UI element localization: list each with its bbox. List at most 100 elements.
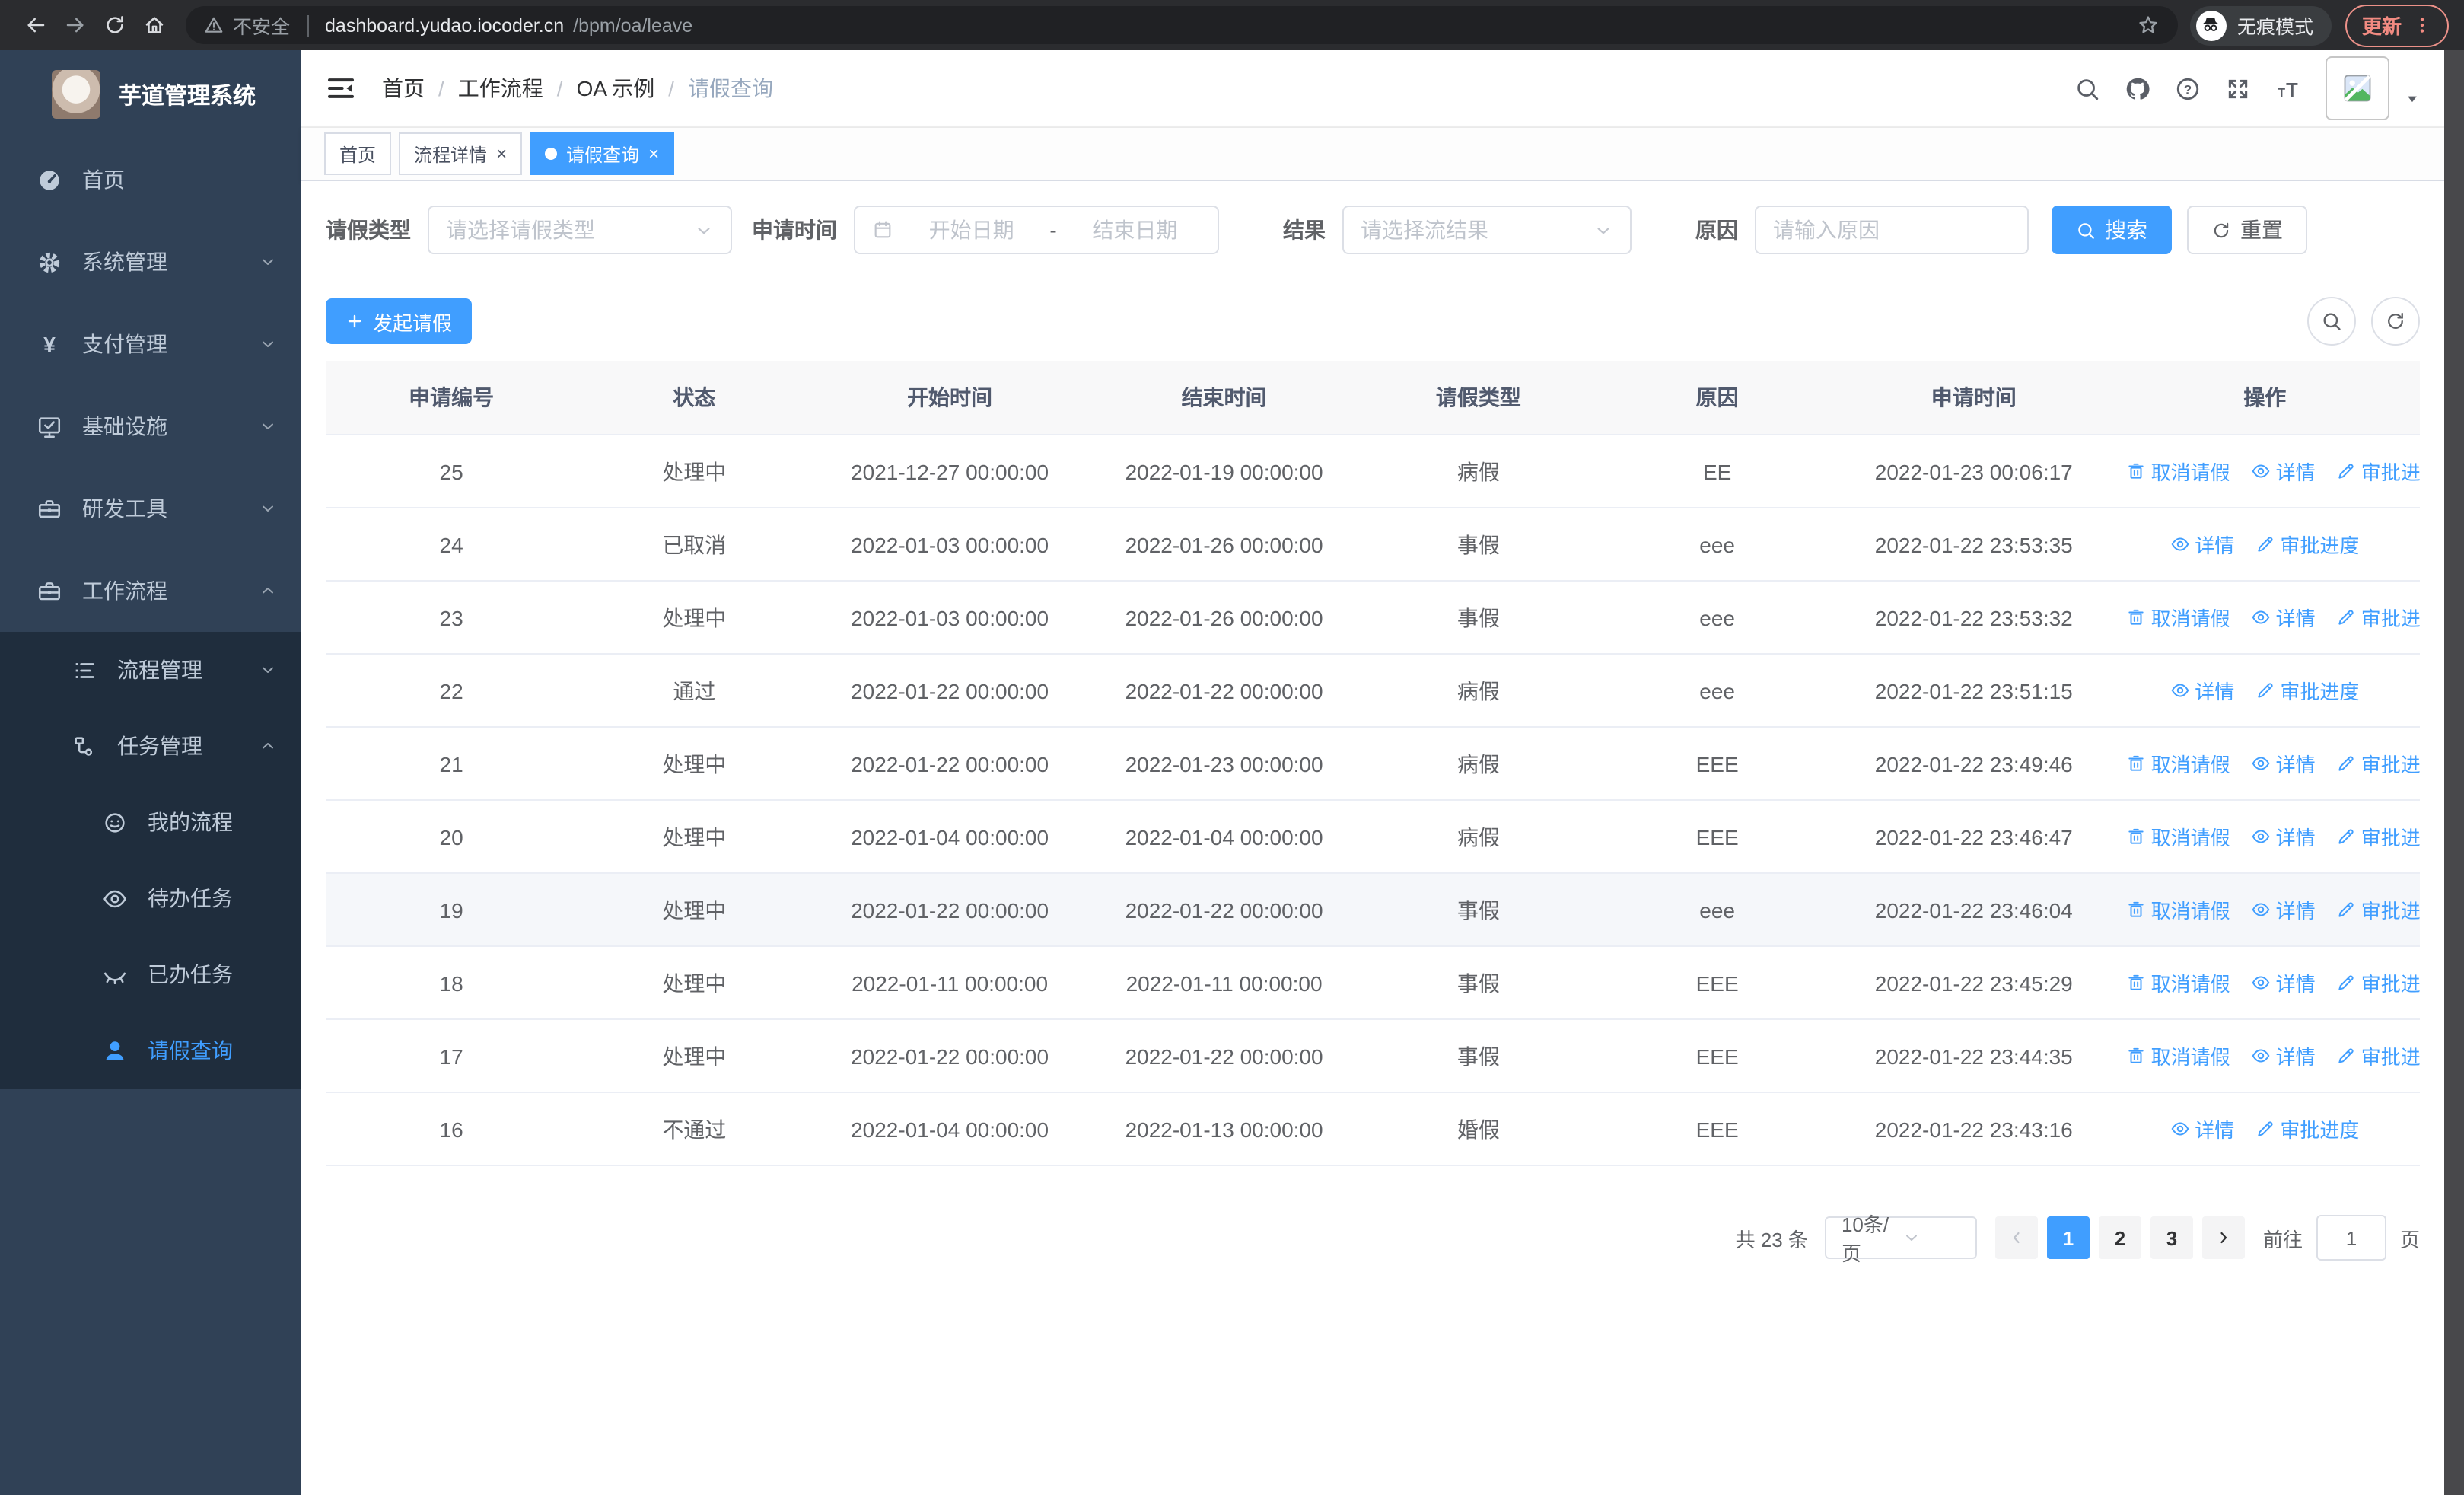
fullscreen-button[interactable] [2225, 75, 2251, 101]
browser-home-button[interactable] [134, 5, 173, 45]
sidebar-item-done-tasks[interactable]: 已办任务 [0, 936, 301, 1012]
table-row[interactable]: 23 处理中 2022-01-03 00:00:00 2022-01-26 00:00… [326, 581, 2420, 655]
page-size-select[interactable]: 10条/页 [1824, 1213, 1977, 1265]
close-icon[interactable]: × [648, 145, 659, 163]
sidebar-item-process-mgmt[interactable]: 流程管理 [0, 632, 301, 708]
refresh-table-button[interactable] [2371, 297, 2420, 346]
action-detail[interactable]: 详情 [2252, 457, 2316, 486]
view-icon [2252, 830, 2271, 843]
search-button[interactable] [2074, 75, 2100, 101]
leave-type-select[interactable]: 请选择请假类型 [428, 206, 732, 254]
cell-actions: 取消请假 详情 审批进度 [2109, 727, 2420, 801]
action-detail[interactable]: 详情 [2252, 1041, 2316, 1070]
action-progress[interactable]: 审批进度 [2337, 968, 2420, 997]
page-button-2[interactable]: 2 [2098, 1216, 2141, 1259]
bookmark-star-icon[interactable] [2137, 14, 2160, 37]
browser-back-button[interactable] [15, 5, 55, 45]
sidebar-item-home[interactable]: 首页 [0, 139, 301, 221]
sidebar-item-todo-tasks[interactable]: 待办任务 [0, 860, 301, 936]
table-row[interactable]: 20 处理中 2022-01-04 00:00:00 2022-01-04 00:00… [326, 800, 2420, 874]
trash-icon [2128, 755, 2144, 771]
action-detail[interactable]: 详情 [2252, 895, 2316, 924]
action-progress[interactable]: 审批进度 [2337, 603, 2420, 632]
action-detail[interactable]: 详情 [2170, 1114, 2234, 1143]
action-cancel[interactable]: 取消请假 [2127, 822, 2230, 851]
toggle-search-button[interactable] [2307, 297, 2356, 346]
action-progress[interactable]: 审批进度 [2337, 457, 2420, 486]
page-button-1[interactable]: 1 [2046, 1216, 2090, 1259]
table-row[interactable]: 19 处理中 2022-01-22 00:00:00 2022-01-22 00:00… [326, 873, 2420, 947]
sidebar-item-task-mgmt[interactable]: 任务管理 [0, 708, 301, 784]
breadcrumb-item[interactable]: OA 示例 [577, 73, 655, 104]
action-detail[interactable]: 详情 [2252, 822, 2316, 851]
search-button[interactable]: 搜索 [2052, 206, 2172, 254]
sidebar-item-my-process[interactable]: 我的流程 [0, 784, 301, 860]
close-icon[interactable]: × [496, 145, 507, 163]
goto-page-input[interactable] [2316, 1215, 2386, 1261]
apply-time-range-picker[interactable]: 开始日期 - 结束日期 [854, 206, 1219, 254]
action-cancel[interactable]: 取消请假 [2127, 457, 2230, 486]
table-row[interactable]: 24 已取消 2022-01-03 00:00:00 2022-01-26 00:00… [326, 508, 2420, 582]
action-detail[interactable]: 详情 [2170, 530, 2234, 559]
sidebar-item-payment[interactable]: ¥ 支付管理 [0, 303, 301, 385]
action-progress[interactable]: 审批进度 [2337, 749, 2420, 778]
action-detail[interactable]: 详情 [2170, 676, 2234, 705]
sidebar-item-infra[interactable]: 基础设施 [0, 385, 301, 467]
tab-首页[interactable]: 首页 [324, 132, 392, 175]
action-cancel[interactable]: 取消请假 [2127, 968, 2230, 997]
font-size-button[interactable]: TT [2275, 75, 2301, 101]
action-cancel[interactable]: 取消请假 [2127, 895, 2230, 924]
table-row[interactable]: 16 不通过 2022-01-04 00:00:00 2022-01-13 00:00… [326, 1092, 2420, 1166]
table-row[interactable]: 18 处理中 2022-01-11 00:00:00 2022-01-11 00:00… [326, 946, 2420, 1020]
github-button[interactable] [2125, 75, 2150, 101]
action-detail[interactable]: 详情 [2252, 749, 2316, 778]
action-cancel[interactable]: 取消请假 [2127, 603, 2230, 632]
user-avatar[interactable] [2326, 56, 2389, 120]
chevron-down-icon [263, 423, 273, 429]
action-cancel[interactable]: 取消请假 [2127, 1041, 2230, 1070]
action-progress[interactable]: 审批进度 [2337, 1041, 2420, 1070]
prev-page-button[interactable] [1994, 1216, 2038, 1259]
create-leave-button[interactable]: 发起请假 [326, 298, 473, 344]
table-row[interactable]: 17 处理中 2022-01-22 00:00:00 2022-01-22 00:00… [326, 1019, 2420, 1093]
breadcrumb-item[interactable]: 工作流程 [458, 73, 543, 104]
tab-请假查询[interactable]: 请假查询 × [530, 132, 675, 175]
reason-input[interactable] [1756, 207, 2027, 253]
browser-menu-icon[interactable] [2412, 15, 2432, 35]
avatar-caret-icon[interactable] [2405, 91, 2420, 107]
address-bar[interactable]: 不安全 dashboard.yudao.iocoder.cn/bpm/oa/le… [186, 6, 2178, 44]
end-date-placeholder[interactable]: 结束日期 [1069, 215, 1201, 245]
cell-actions: 取消请假 详情 审批进度 [2109, 1019, 2420, 1093]
question-button[interactable]: ? [2175, 75, 2201, 101]
action-progress[interactable]: 审批进度 [2255, 676, 2359, 705]
tab-流程详情[interactable]: 流程详情 × [399, 132, 523, 175]
result-select[interactable]: 请选择流结果 [1342, 206, 1632, 254]
action-detail[interactable]: 详情 [2252, 968, 2316, 997]
sidebar-item-leave-query[interactable]: 请假查询 [0, 1012, 301, 1089]
sidebar-item-devtools[interactable]: 研发工具 [0, 467, 301, 550]
sidebar-collapse-button[interactable] [326, 73, 356, 104]
column-header: 申请编号 [326, 361, 578, 435]
table-row[interactable]: 21 处理中 2022-01-22 00:00:00 2022-01-23 00:00… [326, 727, 2420, 801]
browser-reload-button[interactable] [94, 5, 134, 45]
sidebar-item-workflow[interactable]: 工作流程 [0, 550, 301, 632]
action-progress[interactable]: 审批进度 [2255, 1114, 2359, 1143]
next-page-button[interactable] [2201, 1216, 2245, 1259]
action-progress[interactable]: 审批进度 [2337, 895, 2420, 924]
reset-button[interactable]: 重置 [2187, 206, 2307, 254]
sidebar-item-system[interactable]: 系统管理 [0, 221, 301, 303]
table-row[interactable]: 25 处理中 2021-12-27 00:00:00 2022-01-19 00:00… [326, 435, 2420, 508]
eye-closed-icon [97, 961, 131, 987]
breadcrumb-item[interactable]: 首页 [382, 73, 425, 104]
browser-update-button[interactable]: 更新 [2345, 4, 2449, 46]
page-button-3[interactable]: 3 [2150, 1216, 2193, 1259]
action-progress[interactable]: 审批进度 [2337, 822, 2420, 851]
table-row[interactable]: 22 通过 2022-01-22 00:00:00 2022-01-22 00:00:… [326, 654, 2420, 728]
start-date-placeholder[interactable]: 开始日期 [906, 215, 1037, 245]
action-detail[interactable]: 详情 [2252, 603, 2316, 632]
cell-start-time: 2022-01-22 00:00:00 [811, 654, 1088, 728]
app-logo-row[interactable]: 芋道管理系统 [0, 50, 301, 139]
action-progress[interactable]: 审批进度 [2255, 530, 2359, 559]
browser-forward-button[interactable] [55, 5, 94, 45]
action-cancel[interactable]: 取消请假 [2127, 749, 2230, 778]
